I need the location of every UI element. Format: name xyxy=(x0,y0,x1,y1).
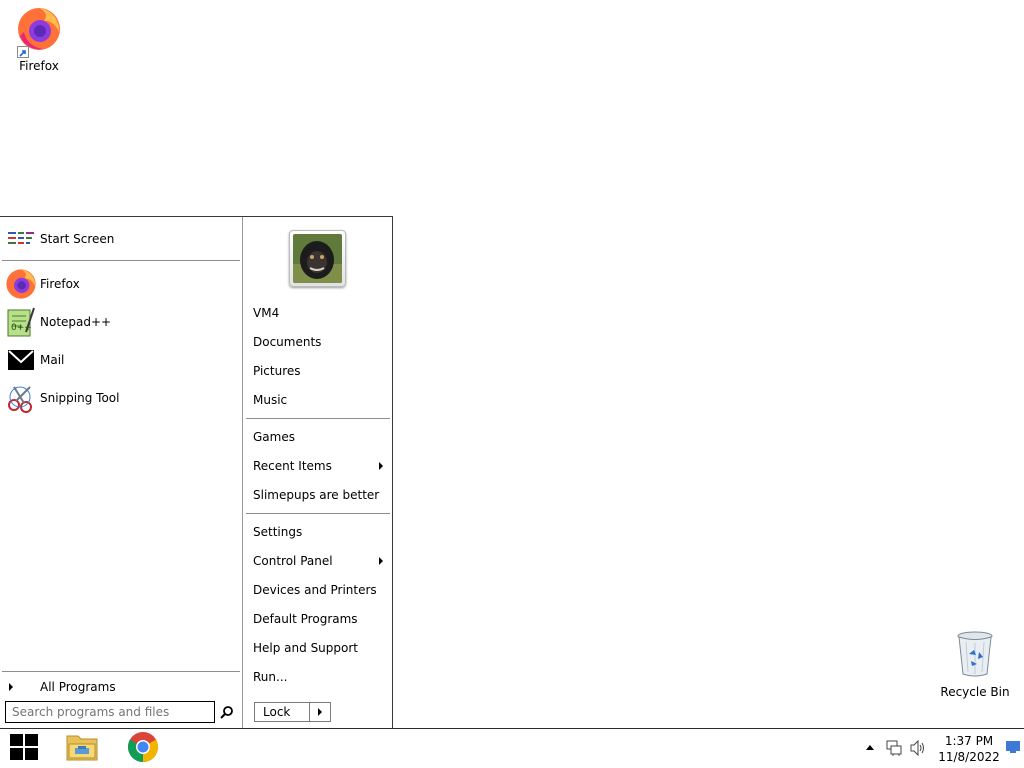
mail-icon xyxy=(3,344,39,376)
program-item-notepad-plus-plus[interactable]: 0++ Notepad++ xyxy=(0,304,240,340)
place-label: Help and Support xyxy=(253,641,358,655)
desktop-icon-firefox[interactable]: Firefox xyxy=(1,6,77,73)
place-item-control-panel[interactable]: Control Panel xyxy=(253,550,387,572)
search-icon[interactable] xyxy=(218,703,236,721)
show-hidden-icons-button[interactable] xyxy=(866,745,874,750)
taskbar-chrome[interactable] xyxy=(117,729,169,768)
place-item-run[interactable]: Run... xyxy=(253,666,387,688)
place-label: Slimepups are better xyxy=(253,488,380,502)
program-item-mail[interactable]: Mail xyxy=(0,342,240,378)
chevron-right-icon xyxy=(9,683,13,691)
place-label: Games xyxy=(253,430,295,444)
clock-date: 11/8/2022 xyxy=(938,750,1000,764)
search-input[interactable] xyxy=(5,701,215,723)
place-label: Pictures xyxy=(253,364,301,378)
place-label: VM4 xyxy=(253,306,280,320)
place-item-music[interactable]: Music xyxy=(253,389,387,411)
place-label: Music xyxy=(253,393,288,407)
start-screen-label: Start Screen xyxy=(40,232,115,246)
scissors-icon xyxy=(3,382,39,414)
program-label: Snipping Tool xyxy=(40,391,120,405)
all-programs-label: All Programs xyxy=(40,680,116,694)
chevron-right-icon xyxy=(379,557,383,565)
place-item-recent-items[interactable]: Recent Items xyxy=(253,455,387,477)
place-item-default-programs[interactable]: Default Programs xyxy=(253,608,387,630)
windows-logo-icon xyxy=(10,734,38,763)
divider xyxy=(246,513,390,514)
place-label: Run... xyxy=(253,670,288,684)
place-label: Settings xyxy=(253,525,303,539)
taskbar-file-explorer[interactable] xyxy=(56,729,108,768)
shortcut-arrow-icon xyxy=(17,46,29,58)
clock-time: 1:37 PM xyxy=(944,734,994,748)
place-label: Devices and Printers xyxy=(253,583,377,597)
firefox-icon xyxy=(1,6,77,55)
chevron-right-icon xyxy=(379,462,383,470)
program-label: Mail xyxy=(40,353,65,367)
divider xyxy=(2,260,240,261)
system-clock[interactable]: 1:37 PM 11/8/2022 xyxy=(935,733,1003,765)
program-label: Firefox xyxy=(40,277,80,291)
start-menu-programs-pane: Start Screen Firefox 0++ Notepad++ Mail … xyxy=(0,217,243,728)
start-menu-places-pane: VM4 Documents Pictures Music Games Recen… xyxy=(244,217,392,728)
desktop-icon-label: Recycle Bin xyxy=(940,685,1010,699)
place-label: Documents xyxy=(253,335,322,349)
place-item-help-and-support[interactable]: Help and Support xyxy=(253,637,387,659)
desktop-icon-label: Firefox xyxy=(19,59,59,73)
place-label: Control Panel xyxy=(253,554,333,568)
program-item-snipping-tool[interactable]: Snipping Tool xyxy=(0,380,240,416)
start-screen-item[interactable]: Start Screen xyxy=(0,225,240,253)
notepad-plus-plus-icon: 0++ xyxy=(3,306,39,338)
recycle-bin-icon xyxy=(937,630,1013,681)
place-item-pictures[interactable]: Pictures xyxy=(253,360,387,382)
program-item-firefox[interactable]: Firefox xyxy=(0,266,240,302)
divider xyxy=(246,418,390,419)
divider xyxy=(2,671,240,672)
place-label: Recent Items xyxy=(253,459,332,473)
place-item-user[interactable]: VM4 xyxy=(253,302,387,324)
start-screen-icon xyxy=(8,231,36,248)
volume-icon[interactable] xyxy=(909,739,927,757)
place-item-settings[interactable]: Settings xyxy=(253,521,387,543)
place-item-documents[interactable]: Documents xyxy=(253,331,387,353)
start-button[interactable] xyxy=(0,729,48,768)
network-icon[interactable] xyxy=(885,739,903,757)
place-label: Default Programs xyxy=(253,612,358,626)
start-menu: Start Screen Firefox 0++ Notepad++ Mail … xyxy=(0,216,393,728)
folder-icon xyxy=(65,732,99,765)
all-programs-button[interactable]: All Programs xyxy=(0,676,240,698)
lock-button[interactable]: Lock xyxy=(255,703,310,721)
user-avatar[interactable] xyxy=(289,230,346,287)
place-item-games[interactable]: Games xyxy=(253,426,387,448)
power-options-button[interactable] xyxy=(310,703,330,721)
desktop-icon-recycle-bin[interactable]: Recycle Bin xyxy=(937,630,1013,699)
show-desktop-icon[interactable] xyxy=(1006,741,1020,753)
taskbar: 1:37 PM 11/8/2022 xyxy=(0,728,1024,768)
shutdown-group: Lock xyxy=(254,702,331,722)
firefox-icon xyxy=(3,268,39,300)
place-item-devices-and-printers[interactable]: Devices and Printers xyxy=(253,579,387,601)
place-item-slimepups[interactable]: Slimepups are better xyxy=(253,484,387,506)
user-picture xyxy=(293,234,342,283)
chrome-icon xyxy=(127,731,159,766)
chevron-right-icon xyxy=(318,708,322,716)
program-label: Notepad++ xyxy=(40,315,112,329)
